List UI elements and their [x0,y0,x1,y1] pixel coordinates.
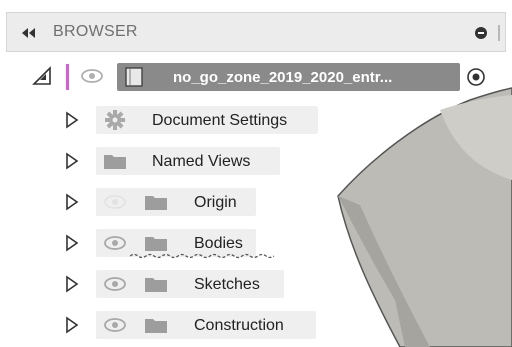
folder-icon [145,196,167,210]
collapse-panel-icon[interactable] [19,25,39,41]
tree-item-label: Document Settings [152,112,288,129]
folder-icon [145,278,167,292]
root-component-name: no_go_zone_2019_2020_entr... [173,69,393,86]
active-component-marker [66,64,69,90]
panel-divider[interactable] [498,25,500,41]
collapsed-caret-icon[interactable] [64,110,80,130]
tree-item-label: Named Views [152,153,251,170]
expanded-caret-icon[interactable] [32,66,52,86]
collapsed-caret-icon[interactable] [64,151,80,171]
tree-item-document-settings[interactable]: Document Settings [0,103,340,137]
tree-item-label: Construction [194,317,284,334]
gear-icon [105,110,125,130]
tree-item-label: Origin [194,194,237,211]
collapsed-caret-icon[interactable] [64,274,80,294]
tree-item-origin[interactable]: Origin [0,185,340,219]
collapsed-caret-icon[interactable] [64,315,80,335]
tree-item-label: Sketches [194,276,260,293]
tree-item-sketches[interactable]: Sketches [0,267,340,301]
hidden-eye-icon[interactable] [102,194,128,210]
minimize-icon[interactable] [475,27,487,39]
browser-header: BROWSER [6,12,506,52]
activate-component-radio-icon[interactable] [466,67,486,87]
tree-item-construction[interactable]: Construction [0,308,340,342]
tree-root-row[interactable]: no_go_zone_2019_2020_entr... [0,60,512,94]
collapsed-caret-icon[interactable] [64,233,80,253]
tree-item-label: Bodies [194,235,243,252]
folder-icon [145,237,167,251]
visibility-eye-icon[interactable] [102,235,128,251]
browser-title: BROWSER [53,23,138,40]
warning-squiggle [130,253,275,259]
tree-item-bodies[interactable]: Bodies [0,226,340,260]
tree-item-named-views[interactable]: Named Views [0,144,340,178]
visibility-eye-icon[interactable] [80,67,104,85]
folder-icon [104,155,126,169]
component-document-icon [125,67,143,87]
visibility-eye-icon[interactable] [102,276,128,292]
folder-icon [145,319,167,333]
visibility-eye-icon[interactable] [102,317,128,333]
collapsed-caret-icon[interactable] [64,192,80,212]
